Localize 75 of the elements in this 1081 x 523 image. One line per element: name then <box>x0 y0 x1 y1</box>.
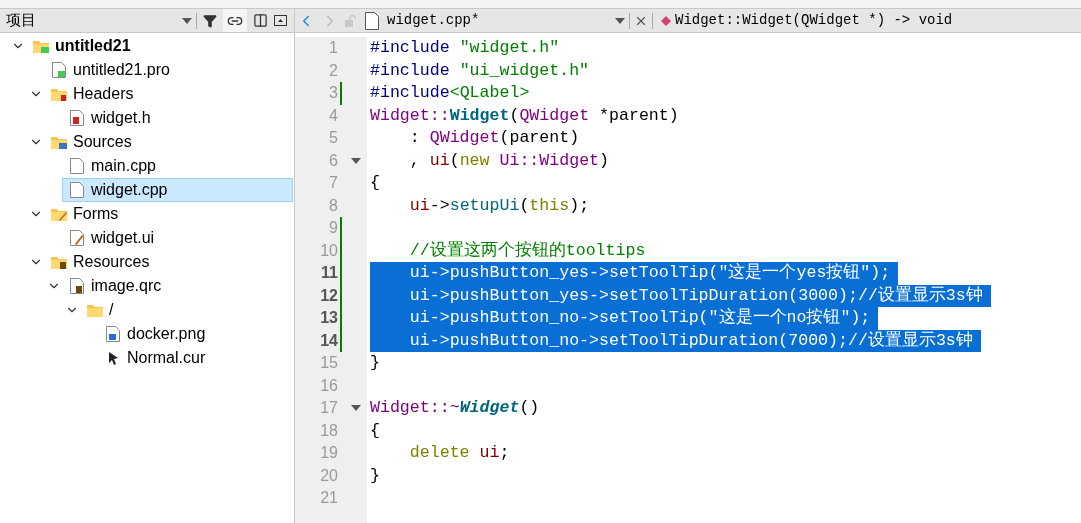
folder-icon <box>51 207 67 221</box>
code-line: } <box>370 352 381 374</box>
tree-item[interactable]: / <box>80 298 293 322</box>
diamond-icon <box>661 15 671 26</box>
tree-item[interactable]: untitled21.pro <box>44 58 293 82</box>
line-number: 7 <box>328 173 338 194</box>
tree-item[interactable]: Resources <box>44 250 293 274</box>
line-number: 15 <box>319 353 338 374</box>
line-number: 18 <box>319 420 338 441</box>
code-line: //设置这两个按钮的tooltips <box>408 239 647 262</box>
tree-item[interactable]: widget.cpp <box>62 178 293 202</box>
caret-icon <box>615 17 625 24</box>
code-line: Widget::~Widget() <box>370 397 541 419</box>
folder-icon <box>33 39 49 53</box>
code-line: #include "ui_widget.h" <box>370 59 591 82</box>
folder-icon <box>51 87 67 101</box>
file-icon <box>70 158 84 174</box>
line-number: 20 <box>319 465 338 486</box>
tree-item[interactable]: Headers <box>44 82 293 106</box>
code-line: #include "widget.h" <box>370 37 561 59</box>
file-selector[interactable]: widget.cpp* <box>365 9 625 32</box>
folder-icon <box>51 255 67 269</box>
code-line: , ui(new Ui::Widget) <box>408 149 611 172</box>
tree-item[interactable]: widget.ui <box>62 226 293 250</box>
code-line: Widget::Widget(QWidget *parent) <box>370 104 680 127</box>
filter-icon[interactable] <box>203 13 217 28</box>
fold-icon[interactable] <box>351 405 361 412</box>
caret-icon <box>182 17 192 24</box>
line-number: 13 <box>319 308 338 329</box>
file-icon <box>70 278 84 294</box>
split-icon[interactable] <box>253 13 268 28</box>
file-icon <box>70 182 84 198</box>
line-number: 16 <box>319 375 338 396</box>
code-line: } <box>370 464 381 487</box>
folder-icon <box>87 303 103 317</box>
line-number: 9 <box>328 218 338 239</box>
fold-icon[interactable] <box>351 157 361 164</box>
line-number: 10 <box>319 240 338 261</box>
code-line: delete ui; <box>408 442 511 464</box>
line-number: 21 <box>319 488 338 509</box>
line-number: 5 <box>328 128 338 149</box>
code-line: ui->setupUi(this); <box>408 194 591 217</box>
line-number: 17 <box>319 398 338 419</box>
file-icon <box>70 110 84 126</box>
panel-icon[interactable] <box>274 15 287 26</box>
line-number: 2 <box>328 60 338 81</box>
code-line: { <box>370 172 381 194</box>
line-number: 6 <box>328 150 338 171</box>
line-number: 12 <box>319 285 338 306</box>
line-number: 1 <box>328 38 338 59</box>
cursor-icon <box>107 351 119 365</box>
symbol-selector[interactable]: Widget::Widget(QWidget *) -> void <box>661 10 953 31</box>
code-line: { <box>370 419 381 442</box>
tree-item[interactable]: docker.png <box>98 322 293 346</box>
file-icon <box>52 62 66 78</box>
file-icon <box>106 326 120 342</box>
tree-item[interactable]: image.qrc <box>62 274 293 298</box>
tree-item[interactable]: untitled21 <box>26 34 293 58</box>
tree-item[interactable]: widget.h <box>62 106 293 130</box>
tree-item[interactable]: Sources <box>44 130 293 154</box>
line-number: 4 <box>328 105 338 126</box>
tree-item[interactable]: Forms <box>44 202 293 226</box>
folder-icon <box>51 135 67 149</box>
code-line: : QWidget(parent) <box>408 127 581 149</box>
line-number: 3 <box>328 83 338 104</box>
line-number: 8 <box>328 195 338 216</box>
line-number: 19 <box>319 443 338 464</box>
file-icon <box>365 11 379 30</box>
tree-item[interactable]: Normal.cur <box>98 346 293 370</box>
tree-item[interactable]: main.cpp <box>62 154 293 178</box>
view-selector[interactable]: 项目 <box>0 9 196 32</box>
code-line: #include<QLabel> <box>370 82 531 104</box>
file-icon <box>70 230 84 246</box>
line-number: 14 <box>319 330 338 351</box>
line-number: 11 <box>320 263 338 284</box>
